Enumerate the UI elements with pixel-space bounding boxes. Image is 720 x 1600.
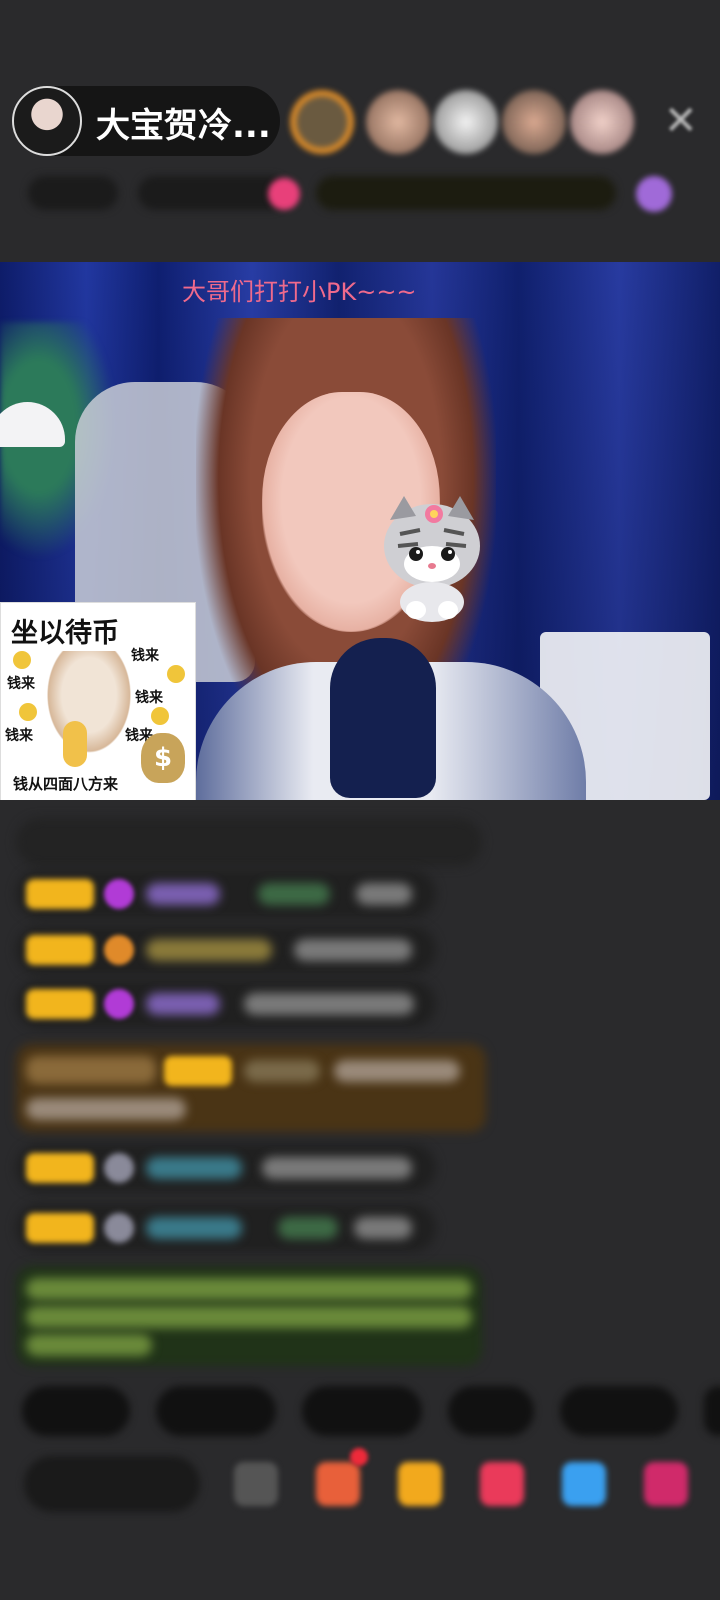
sticker-card: 坐以待币 钱来 钱来 钱来 钱来 钱来 $ 钱从四面八方来: [0, 602, 196, 800]
notification-dot: [350, 1448, 368, 1466]
info-row: [22, 168, 698, 218]
chat-username: [146, 993, 220, 1015]
coin-label: 钱来: [7, 676, 35, 692]
chat-input[interactable]: [24, 1456, 200, 1512]
praying-cat-image: [41, 651, 137, 761]
quick-reply-button[interactable]: [22, 1386, 130, 1436]
fan-icon: [104, 935, 134, 965]
chat-text: [356, 883, 412, 905]
viewer-avatar[interactable]: [366, 90, 430, 154]
game-icon[interactable]: [562, 1462, 606, 1506]
live-video[interactable]: 大哥们打打小PK~~~ 坐以待币 钱来 钱来 钱来 钱来 钱来 $ 钱从四面八方…: [0, 262, 720, 800]
microphone: [330, 638, 436, 798]
sticker-title: 坐以待币: [11, 618, 119, 649]
level-badge: [26, 1153, 94, 1183]
chat-mention: [278, 1217, 338, 1239]
rank-chip[interactable]: [138, 176, 288, 210]
viewer-avatar[interactable]: [570, 90, 634, 154]
coin-label: 钱来: [131, 648, 159, 664]
chat-username: [146, 1217, 242, 1239]
level-badge: [26, 879, 94, 909]
system-notice-text: [26, 1306, 472, 1328]
cat-sticker-icon: [384, 496, 480, 622]
level-badge: [26, 935, 94, 965]
user-avatar-icon: [104, 1213, 134, 1243]
viewer-avatar[interactable]: [502, 90, 566, 154]
gift-icon[interactable]: [268, 178, 300, 210]
chat-username: [146, 883, 220, 905]
fan-club-chip[interactable]: [28, 176, 118, 210]
quick-reply-button[interactable]: [448, 1386, 534, 1436]
coin-icon: [13, 651, 31, 669]
quick-reply-button[interactable]: [156, 1386, 276, 1436]
gift-box-icon[interactable]: [316, 1462, 360, 1506]
more-gift-icon[interactable]: [644, 1462, 688, 1506]
host-name: 大宝贺冷...: [96, 106, 271, 146]
chat-username: [244, 1060, 320, 1082]
system-notice-text: [26, 1278, 472, 1300]
user-avatar-icon: [104, 1153, 134, 1183]
chat-text: [262, 1157, 412, 1179]
chat-text: [334, 1060, 460, 1082]
emoji-icon[interactable]: [234, 1462, 278, 1506]
chat-text: [354, 1217, 412, 1239]
chat-text: [244, 993, 414, 1015]
viewer-avatar[interactable]: [290, 90, 354, 154]
quick-reply-button[interactable]: [302, 1386, 422, 1436]
chat-text: [26, 1098, 186, 1120]
sticker-bottom-text: 钱从四面八方来: [13, 775, 119, 793]
activity-icon[interactable]: [636, 176, 672, 212]
coin-icon: [151, 707, 169, 725]
coin-icon: [167, 665, 185, 683]
quick-reply-button[interactable]: [704, 1386, 720, 1436]
viewer-avatar[interactable]: [434, 90, 498, 154]
vip-badge: [26, 1056, 156, 1084]
host-avatar[interactable]: [12, 86, 82, 156]
treasure-icon[interactable]: [398, 1462, 442, 1506]
system-notice-text: [26, 1334, 152, 1356]
gem-icon: [104, 989, 134, 1019]
chat-username: [146, 1157, 242, 1179]
marquee-chip[interactable]: [316, 176, 616, 210]
heart-gift-icon[interactable]: [480, 1462, 524, 1506]
gem-icon: [104, 879, 134, 909]
overlay-text: 大哥们打打小PK~~~: [182, 278, 417, 306]
chat-text: [294, 939, 412, 961]
praying-hands: [63, 721, 87, 767]
coin-label: 钱来: [5, 728, 33, 744]
level-badge: [164, 1056, 232, 1086]
chat-username: [146, 939, 272, 961]
money-bag-icon: $: [141, 733, 185, 783]
chat-message[interactable]: [16, 818, 482, 866]
quick-reply-button[interactable]: [560, 1386, 678, 1436]
chat-mention: [258, 883, 330, 905]
level-badge: [26, 989, 94, 1019]
coin-icon: [19, 703, 37, 721]
coin-label: 钱来: [135, 690, 163, 706]
level-badge: [26, 1213, 94, 1243]
close-icon[interactable]: ✕: [664, 98, 698, 144]
